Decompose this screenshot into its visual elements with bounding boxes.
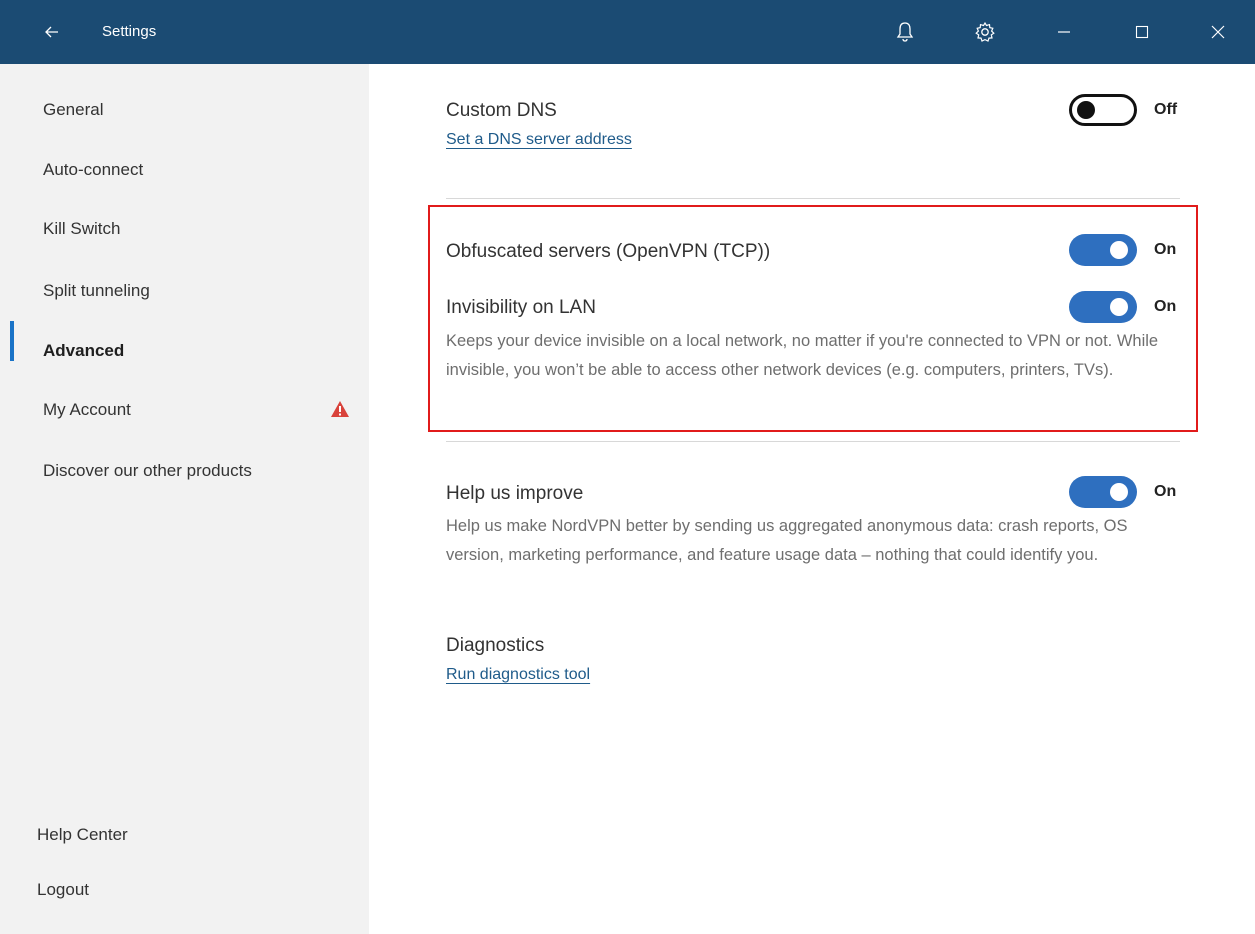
set-dns-link[interactable]: Set a DNS server address [446,129,632,151]
gear-icon [975,21,995,42]
sidebar-item-logout[interactable]: Logout [37,879,89,901]
warning-icon [331,401,349,417]
close-button[interactable] [1202,16,1234,48]
obfuscated-servers-title: Obfuscated servers (OpenVPN (TCP)) [446,241,771,262]
minimize-button[interactable] [1048,16,1080,48]
close-icon [1211,25,1225,39]
divider [446,198,1180,199]
settings-button[interactable] [969,16,1001,48]
diagnostics-title: Diagnostics [446,635,545,656]
custom-dns-toggle-state: Off [1154,101,1178,118]
toggle-knob [1110,298,1128,316]
back-button[interactable] [40,20,64,44]
sidebar-item-help-center[interactable]: Help Center [37,824,128,846]
advanced-settings-panel: Custom DNS Set a DNS server address Off … [369,64,1255,934]
sidebar-item-general[interactable]: General [43,99,103,121]
sidebar: General Auto-connect Kill Switch Split t… [0,64,369,934]
sidebar-item-auto-connect[interactable]: Auto-connect [43,159,143,181]
custom-dns-title: Custom DNS [446,100,557,121]
run-diagnostics-link[interactable]: Run diagnostics tool [446,664,590,686]
sidebar-item-my-account[interactable]: My Account [43,399,131,421]
help-improve-toggle[interactable] [1069,476,1137,508]
sidebar-item-advanced[interactable]: Advanced [43,340,124,362]
toggle-knob [1110,483,1128,501]
invisibility-lan-toggle-state: On [1154,298,1177,315]
toggle-knob [1110,241,1128,259]
divider [446,441,1180,442]
invisibility-lan-toggle[interactable] [1069,291,1137,323]
obfuscated-servers-toggle-state: On [1154,241,1177,258]
bell-icon [896,22,914,42]
help-improve-title: Help us improve [446,483,584,504]
active-indicator [10,321,14,361]
custom-dns-toggle[interactable] [1069,94,1137,126]
obfuscated-servers-toggle[interactable] [1069,234,1137,266]
help-improve-description: Help us make NordVPN better by sending u… [446,517,1128,564]
sidebar-item-kill-switch[interactable]: Kill Switch [43,218,120,240]
toggle-knob [1077,101,1095,119]
invisibility-lan-title: Invisibility on LAN [446,297,596,318]
help-improve-toggle-state: On [1154,483,1177,500]
sidebar-item-split-tunneling[interactable]: Split tunneling [43,280,150,302]
arrow-left-icon [45,26,58,38]
invisibility-lan-description: Keeps your device invisible on a local n… [446,332,1159,379]
maximize-icon [1135,25,1149,39]
settings-window: Settings General Auto-connect Kill Switc… [0,0,1255,934]
maximize-button[interactable] [1126,16,1158,48]
minimize-icon [1058,31,1070,33]
title-bar: Settings [0,0,1255,64]
window-title: Settings [102,23,157,40]
sidebar-item-discover-products[interactable]: Discover our other products [43,460,252,482]
notifications-button[interactable] [889,16,921,48]
